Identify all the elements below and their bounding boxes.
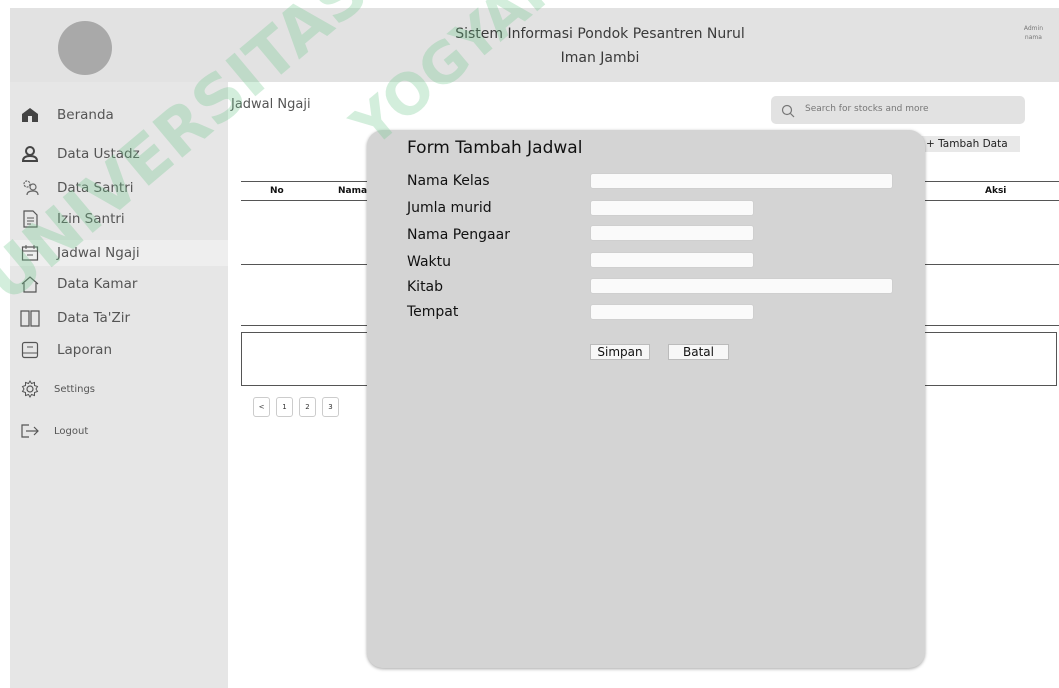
logo <box>58 21 112 75</box>
field-label-tempat: Tempat <box>407 304 459 320</box>
nama-pengaar-input[interactable] <box>590 225 754 241</box>
app-title-line1: Sistem Informasi Pondok Pesantren Nurul <box>455 26 745 42</box>
pagination-page-3[interactable]: 3 <box>322 397 339 417</box>
sidebar-item-logout[interactable]: Logout <box>10 420 228 442</box>
user-icon <box>20 144 40 164</box>
sidebar-item-label: Data Ustadz <box>57 146 140 162</box>
calendar-icon <box>20 243 40 263</box>
admin-role: Admin <box>1023 25 1043 32</box>
users-icon <box>20 178 40 198</box>
house-outline-icon <box>20 274 40 294</box>
field-label-nama-pengaar: Nama Pengaar <box>407 227 510 243</box>
sidebar-item-laporan[interactable]: Laporan <box>10 339 228 361</box>
book-icon <box>20 308 40 328</box>
search-input[interactable]: Search for stocks and more <box>805 104 929 114</box>
pagination-page-1[interactable]: 1 <box>276 397 293 417</box>
sidebar-item-data-kamar[interactable]: Data Kamar <box>10 273 228 295</box>
sidebar-item-label: Laporan <box>57 342 113 358</box>
pagination: < 1 2 3 <box>253 397 339 419</box>
jumla-murid-input[interactable] <box>590 200 754 216</box>
column-header-nama: Nama <box>338 186 368 196</box>
admin-profile[interactable]: Admin nama <box>1024 24 1043 42</box>
sidebar-item-data-santri[interactable]: Data Santri <box>10 177 228 199</box>
sidebar: Beranda Data Ustadz Data Santri Izin San… <box>10 82 228 688</box>
sidebar-item-label: Izin Santri <box>57 211 125 227</box>
sidebar-item-label: Logout <box>54 425 89 437</box>
app-header: Sistem Informasi Pondok Pesantren Nurul … <box>10 8 1059 82</box>
sidebar-item-label: Settings <box>54 383 96 395</box>
column-header-no: No <box>270 186 284 196</box>
sidebar-item-data-ustadz[interactable]: Data Ustadz <box>10 143 228 165</box>
field-label-jumla-murid: Jumla murid <box>407 200 492 216</box>
add-schedule-modal: Form Tambah Jadwal Nama Kelas Jumla muri… <box>367 130 925 668</box>
field-label-kitab: Kitab <box>407 279 444 295</box>
sidebar-item-jadwal-ngaji[interactable]: Jadwal Ngaji <box>10 240 228 266</box>
pagination-prev-button[interactable]: < <box>253 397 270 417</box>
sidebar-item-label: Data Kamar <box>57 276 138 292</box>
field-label-nama-kelas: Nama Kelas <box>407 173 490 189</box>
sidebar-item-settings[interactable]: Settings <box>10 378 228 400</box>
add-data-button[interactable]: + Tambah Data <box>920 136 1020 152</box>
waktu-input[interactable] <box>590 252 754 268</box>
sidebar-item-label: Data Santri <box>57 180 134 196</box>
document-icon <box>20 209 40 229</box>
modal-title: Form Tambah Jadwal <box>407 138 583 158</box>
search-icon <box>781 103 795 118</box>
save-button[interactable]: Simpan <box>590 344 650 360</box>
sidebar-item-izin-santri[interactable]: Izin Santri <box>10 208 228 230</box>
admin-name: nama <box>1024 34 1042 41</box>
cancel-button[interactable]: Batal <box>668 344 729 360</box>
breadcrumb: Jadwal Ngaji <box>231 97 311 112</box>
sidebar-item-data-tazir[interactable]: Data Ta'Zir <box>10 307 228 329</box>
sidebar-item-label: Jadwal Ngaji <box>57 245 140 261</box>
gear-icon <box>20 379 40 399</box>
home-icon <box>20 105 40 125</box>
logout-icon <box>20 421 40 441</box>
column-header-aksi: Aksi <box>985 186 1007 196</box>
pagination-page-2[interactable]: 2 <box>299 397 316 417</box>
field-label-waktu: Waktu <box>407 254 451 270</box>
report-icon <box>20 340 40 360</box>
sidebar-item-label: Beranda <box>57 107 114 123</box>
nama-kelas-input[interactable] <box>590 173 893 189</box>
tempat-input[interactable] <box>590 304 754 320</box>
search-bar[interactable]: Search for stocks and more <box>771 96 1025 124</box>
app-title: Sistem Informasi Pondok Pesantren Nurul … <box>410 22 790 70</box>
kitab-input[interactable] <box>590 278 893 294</box>
sidebar-item-beranda[interactable]: Beranda <box>10 104 228 126</box>
app-title-line2: Iman Jambi <box>560 50 640 66</box>
sidebar-item-label: Data Ta'Zir <box>57 310 131 326</box>
